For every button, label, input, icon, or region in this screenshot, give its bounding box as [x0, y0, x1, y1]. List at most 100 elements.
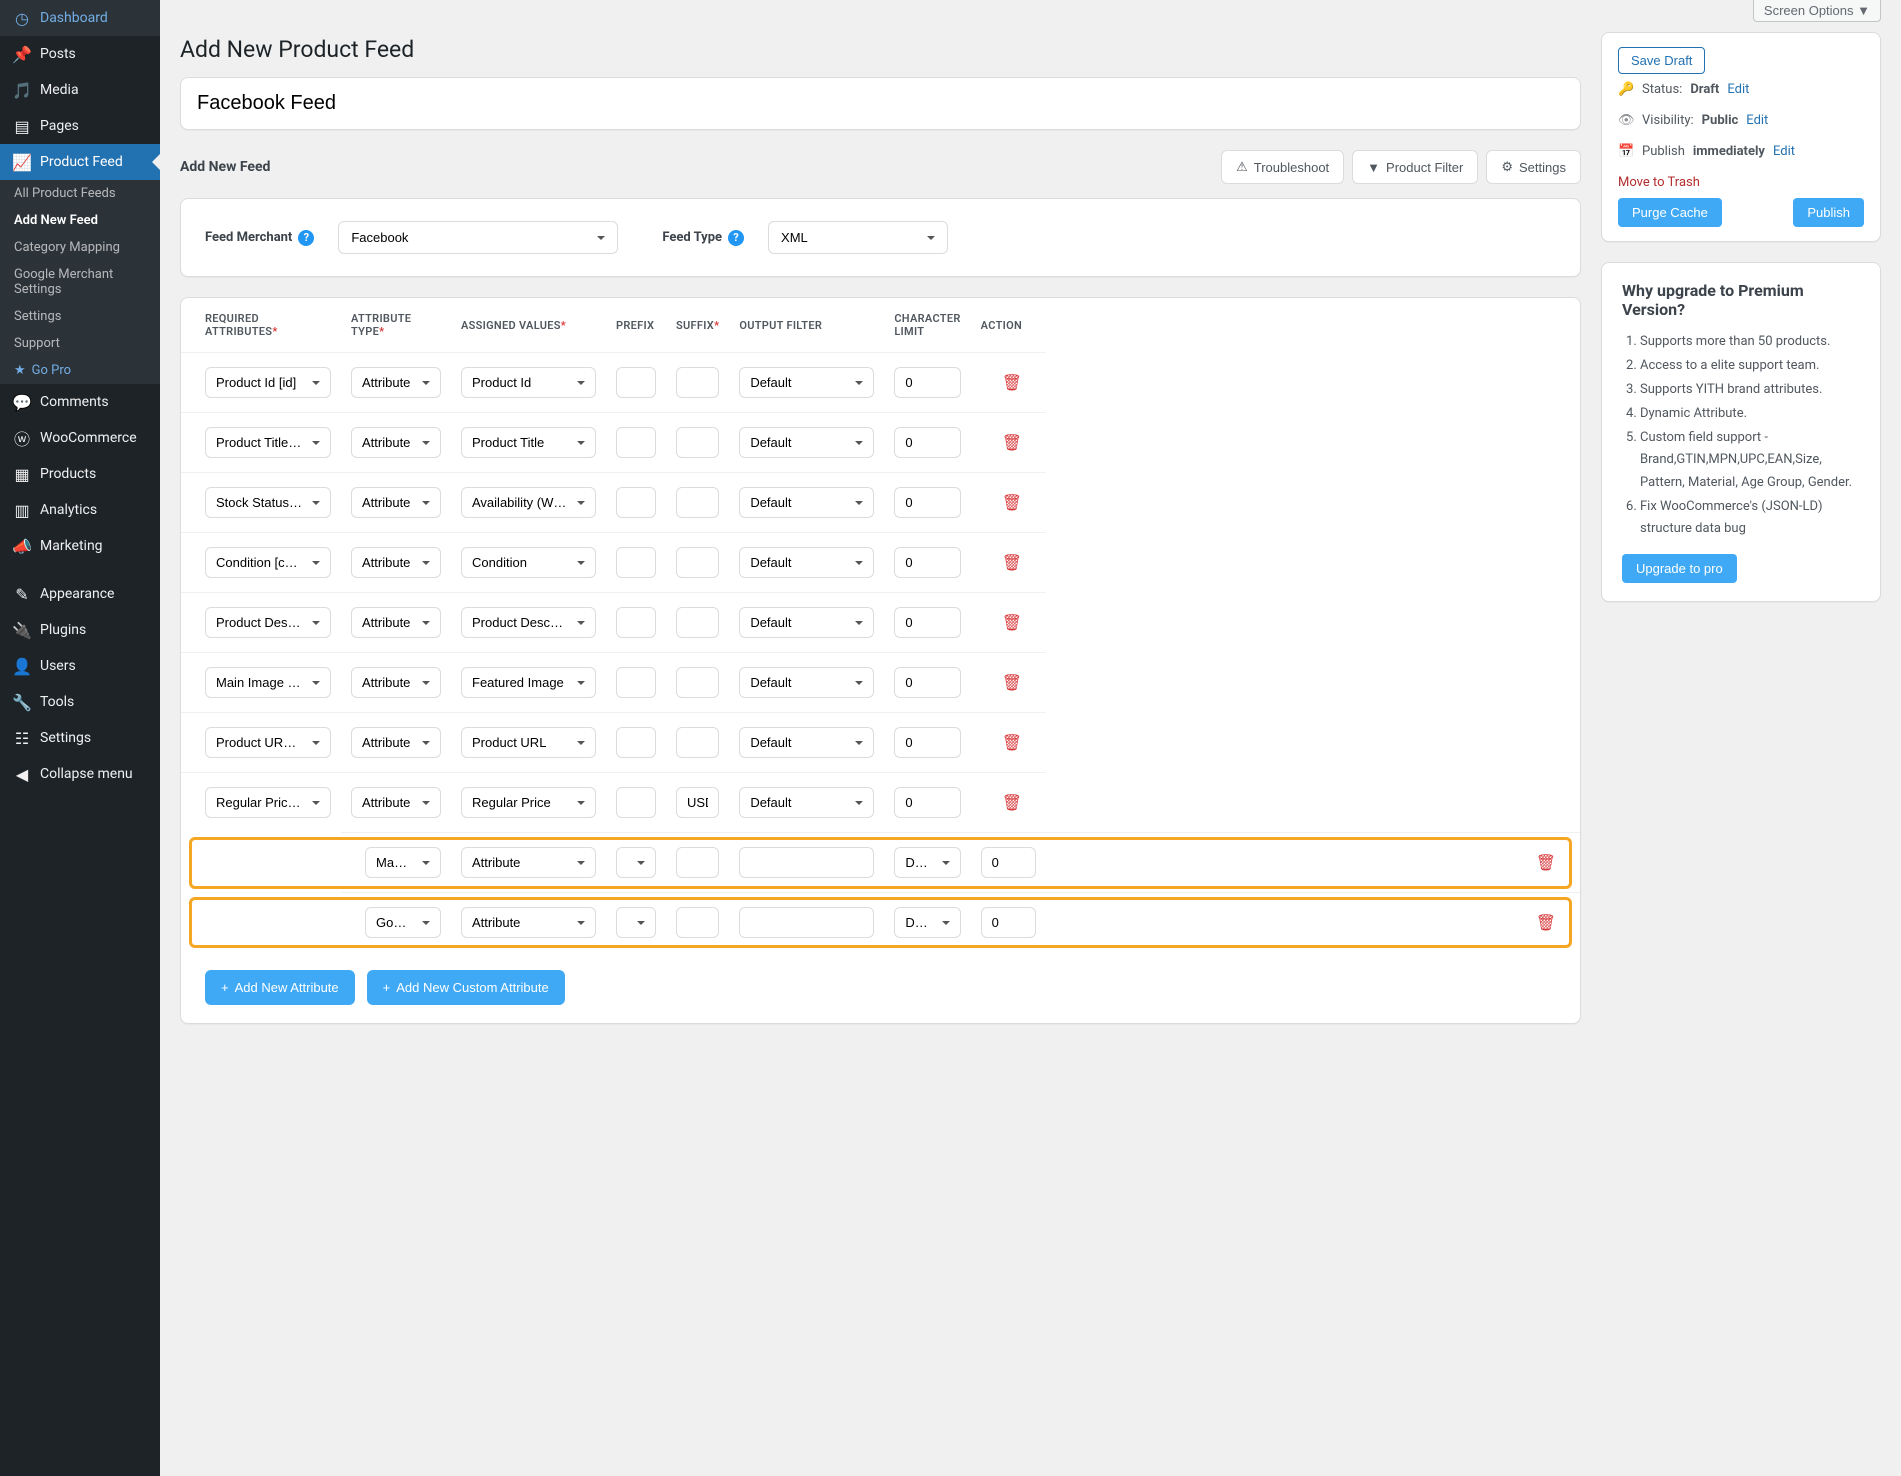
- char-limit-input[interactable]: [894, 667, 960, 698]
- char-limit-input[interactable]: [981, 907, 1036, 938]
- merchant-select[interactable]: Facebook: [338, 221, 618, 254]
- publish-button[interactable]: Publish: [1793, 198, 1864, 227]
- attr-type-select[interactable]: Attribute: [351, 367, 441, 398]
- product-filter-button[interactable]: ▼Product Filter: [1352, 150, 1478, 184]
- output-filter-select[interactable]: Default: [739, 427, 874, 458]
- assigned-value-select[interactable]: Regular Price: [461, 787, 596, 818]
- trash-icon[interactable]: 🗑: [1002, 613, 1022, 632]
- attr-type-select[interactable]: Attribute: [351, 607, 441, 638]
- trash-icon[interactable]: 🗑: [1536, 913, 1556, 932]
- trash-icon[interactable]: 🗑: [1002, 373, 1022, 392]
- add-attribute-button[interactable]: +Add New Attribute: [205, 970, 355, 1005]
- feed-title-input[interactable]: [181, 78, 1580, 129]
- attr-type-select[interactable]: Attribute: [351, 727, 441, 758]
- required-attr-select[interactable]: Main Image [image_link]: [205, 667, 331, 698]
- output-filter-select[interactable]: Default: [739, 367, 874, 398]
- required-attr-select[interactable]: Manufacturer [brand]: [365, 847, 441, 878]
- char-limit-input[interactable]: [894, 607, 960, 638]
- assigned-value-select[interactable]: Please Select: [616, 907, 656, 938]
- char-limit-input[interactable]: [894, 367, 960, 398]
- submenu-support[interactable]: Support: [0, 330, 160, 357]
- trash-icon[interactable]: 🗑: [1536, 853, 1556, 872]
- output-filter-select[interactable]: Default: [739, 487, 874, 518]
- suffix-input[interactable]: [676, 487, 719, 518]
- menu-tools[interactable]: 🔧Tools: [0, 684, 160, 720]
- char-limit-input[interactable]: [894, 547, 960, 578]
- char-limit-input[interactable]: [894, 727, 960, 758]
- attr-type-select[interactable]: Attribute: [351, 487, 441, 518]
- assigned-value-select[interactable]: Product Title: [461, 427, 596, 458]
- output-filter-select[interactable]: Default: [739, 547, 874, 578]
- menu-product-feed[interactable]: 📈Product Feed: [0, 144, 160, 180]
- troubleshoot-button[interactable]: ⚠Troubleshoot: [1221, 150, 1344, 184]
- save-draft-button[interactable]: Save Draft: [1618, 47, 1705, 74]
- attr-type-select[interactable]: Attribute: [461, 847, 596, 878]
- edit-publish-link[interactable]: Edit: [1773, 144, 1795, 159]
- menu-posts[interactable]: 📌Posts: [0, 36, 160, 72]
- required-attr-select[interactable]: Condition [condition]: [205, 547, 331, 578]
- menu-appearance[interactable]: ✎Appearance: [0, 576, 160, 612]
- add-custom-attribute-button[interactable]: +Add New Custom Attribute: [367, 970, 565, 1005]
- trash-icon[interactable]: 🗑: [1002, 793, 1022, 812]
- assigned-value-select[interactable]: Product Id: [461, 367, 596, 398]
- upgrade-to-pro-button[interactable]: Upgrade to pro: [1622, 554, 1737, 583]
- submenu-go-pro[interactable]: ★Go Pro: [0, 357, 160, 384]
- suffix-input[interactable]: [739, 907, 874, 938]
- output-filter-select[interactable]: Default: [894, 847, 960, 878]
- trash-icon[interactable]: 🗑: [1002, 733, 1022, 752]
- trash-icon[interactable]: 🗑: [1002, 493, 1022, 512]
- assigned-value-select[interactable]: Condition: [461, 547, 596, 578]
- menu-marketing[interactable]: 📣Marketing: [0, 528, 160, 564]
- prefix-input[interactable]: [616, 367, 656, 398]
- required-attr-select[interactable]: Product Id [id]: [205, 367, 331, 398]
- required-attr-select[interactable]: Product URL [link]: [205, 727, 331, 758]
- suffix-input[interactable]: [739, 847, 874, 878]
- trash-icon[interactable]: 🗑: [1002, 433, 1022, 452]
- output-filter-select[interactable]: Default: [894, 907, 960, 938]
- submenu-category-mapping[interactable]: Category Mapping: [0, 234, 160, 261]
- assigned-value-select[interactable]: Product URL: [461, 727, 596, 758]
- menu-pages[interactable]: ▤Pages: [0, 108, 160, 144]
- char-limit-input[interactable]: [981, 847, 1036, 878]
- edit-status-link[interactable]: Edit: [1727, 82, 1749, 97]
- attr-type-select[interactable]: Attribute: [351, 547, 441, 578]
- prefix-input[interactable]: [616, 667, 656, 698]
- required-attr-select[interactable]: Regular Price [price]: [205, 787, 331, 818]
- char-limit-input[interactable]: [894, 487, 960, 518]
- menu-products[interactable]: ▦Products: [0, 456, 160, 492]
- suffix-input[interactable]: [676, 607, 719, 638]
- menu-settings[interactable]: ☷Settings: [0, 720, 160, 756]
- menu-collapse[interactable]: ◀Collapse menu: [0, 756, 160, 792]
- submenu-settings[interactable]: Settings: [0, 303, 160, 330]
- assigned-value-select[interactable]: Please Select: [616, 847, 656, 878]
- required-attr-select[interactable]: Product Description [description]: [205, 607, 331, 638]
- suffix-input[interactable]: [676, 547, 719, 578]
- suffix-input[interactable]: [676, 787, 719, 818]
- submenu-all-feeds[interactable]: All Product Feeds: [0, 180, 160, 207]
- purge-cache-button[interactable]: Purge Cache: [1618, 198, 1722, 227]
- attr-type-select[interactable]: Attribute: [351, 427, 441, 458]
- menu-woocommerce[interactable]: ⓦWooCommerce: [0, 420, 160, 456]
- menu-analytics[interactable]: ▥Analytics: [0, 492, 160, 528]
- menu-plugins[interactable]: 🔌Plugins: [0, 612, 160, 648]
- attr-type-select[interactable]: Attribute: [351, 667, 441, 698]
- assigned-value-select[interactable]: Availability (Without Underscore): [461, 487, 596, 518]
- required-attr-select[interactable]: Product Title [title]: [205, 427, 331, 458]
- menu-comments[interactable]: 💬Comments: [0, 384, 160, 420]
- screen-options-button[interactable]: Screen Options ▼: [1753, 0, 1881, 22]
- menu-media[interactable]: 🎵Media: [0, 72, 160, 108]
- edit-visibility-link[interactable]: Edit: [1746, 113, 1768, 128]
- trash-icon[interactable]: 🗑: [1002, 673, 1022, 692]
- prefix-input[interactable]: [616, 427, 656, 458]
- prefix-input[interactable]: [616, 727, 656, 758]
- menu-dashboard[interactable]: ◷Dashboard: [0, 0, 160, 36]
- suffix-input[interactable]: [676, 727, 719, 758]
- prefix-input[interactable]: [616, 607, 656, 638]
- help-icon[interactable]: ?: [728, 230, 744, 246]
- prefix-input[interactable]: [676, 907, 719, 938]
- required-attr-select[interactable]: Google Product Category [google_product_…: [365, 907, 441, 938]
- prefix-input[interactable]: [616, 787, 656, 818]
- attr-type-select[interactable]: Attribute: [461, 907, 596, 938]
- menu-users[interactable]: 👤Users: [0, 648, 160, 684]
- trash-icon[interactable]: 🗑: [1002, 553, 1022, 572]
